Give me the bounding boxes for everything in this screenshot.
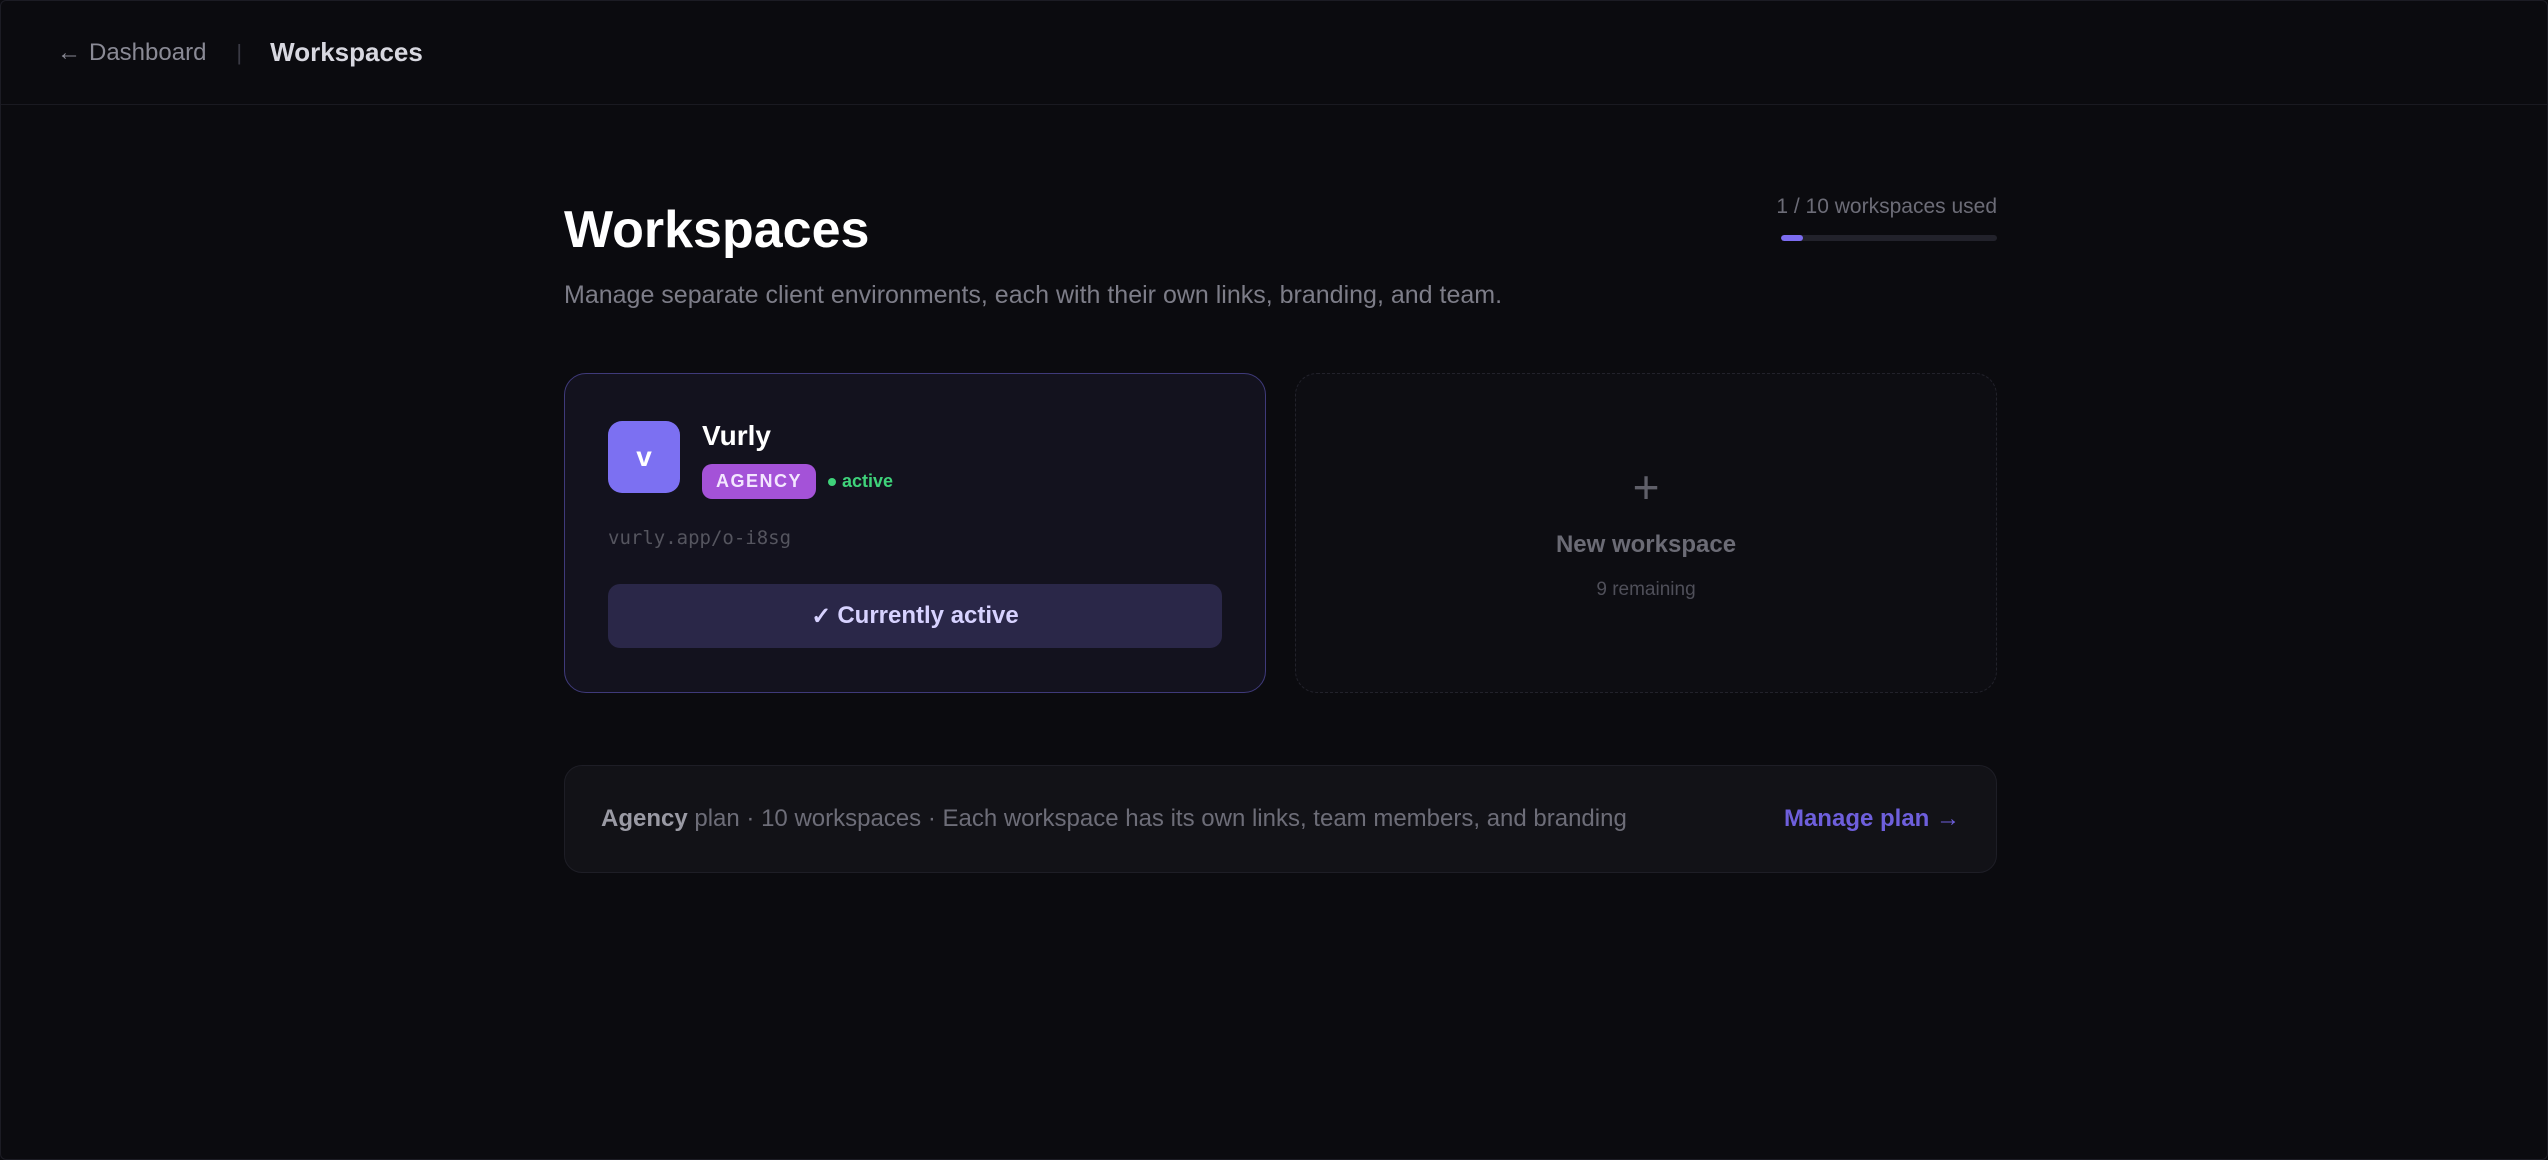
top-bar: ← Dashboard | Workspaces [1, 1, 2547, 105]
page-title: Workspaces [564, 201, 870, 259]
app-window: ← Dashboard | Workspaces Workspaces Mana… [0, 0, 2548, 1160]
page-header: Workspaces Manage separate client enviro… [564, 105, 1997, 309]
plus-icon: + [1632, 461, 1660, 513]
back-link-label: Dashboard [89, 38, 207, 66]
workspaces-remaining: 9 remaining [1596, 579, 1696, 600]
check-icon: ✓ [811, 602, 832, 630]
plan-badge: AGENCY [702, 464, 817, 499]
currently-active-button[interactable]: ✓ Currently active [608, 584, 1222, 648]
status-label: active [842, 471, 894, 491]
workspace-url: vurly.app/o-i8sg [608, 527, 792, 549]
usage-progress-fill [1781, 235, 1803, 241]
plan-info-text: Agency plan · 10 workspaces · Each works… [601, 805, 1627, 833]
status-badge: active [828, 471, 893, 492]
page-subtitle: Manage separate client environments, eac… [564, 281, 1503, 309]
breadcrumb-current: Workspaces [270, 37, 423, 67]
back-to-dashboard-link[interactable]: ← Dashboard [57, 39, 206, 67]
plan-info-bar: Agency plan · 10 workspaces · Each works… [564, 765, 1997, 873]
plan-details: plan · 10 workspaces · Each workspace ha… [687, 805, 1627, 832]
manage-plan-link[interactable]: Manage plan → [1784, 805, 1960, 833]
usage-meter: 1 / 10 workspaces used [1776, 195, 1997, 241]
plan-name: Agency [601, 805, 688, 832]
workspace-avatar: v [608, 421, 680, 493]
status-dot-icon [828, 477, 837, 486]
currently-active-label: Currently active [837, 602, 1019, 629]
new-workspace-label: New workspace [1555, 531, 1737, 558]
workspace-card[interactable]: v Vurly AGENCY active vurly.app/o-i8sg ✓… [564, 373, 1266, 693]
workspace-badges: AGENCY active [702, 464, 893, 499]
usage-progress-bar [1781, 235, 1997, 241]
workspace-grid: v Vurly AGENCY active vurly.app/o-i8sg ✓… [564, 373, 1997, 693]
breadcrumb-separator: | [236, 39, 243, 65]
arrow-left-icon: ← [57, 38, 81, 66]
workspace-name: Vurly [702, 420, 771, 451]
usage-text: 1 / 10 workspaces used [1776, 195, 1997, 218]
new-workspace-card[interactable]: + New workspace 9 remaining [1295, 373, 1997, 693]
main-content: Workspaces Manage separate client enviro… [564, 105, 1997, 873]
